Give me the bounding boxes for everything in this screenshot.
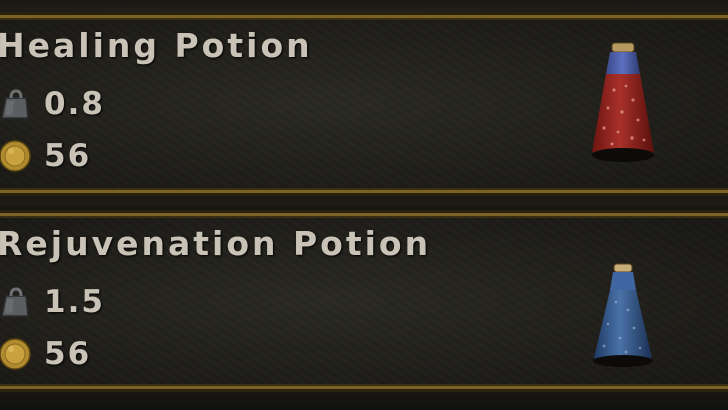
weight-icon — [0, 285, 34, 319]
inventory-item-healing-potion[interactable]: Healing Potion 0.8 56 — [0, 15, 728, 193]
item-name: Rejuvenation Potion — [0, 224, 432, 263]
gold-coin-icon — [0, 337, 34, 371]
list-top-edge — [0, 0, 728, 10]
weight-value: 0.8 — [44, 86, 105, 122]
list-bottom-edge — [0, 392, 728, 410]
value-amount: 56 — [44, 138, 92, 174]
blue-potion-flask-icon — [578, 262, 668, 392]
weight-icon — [0, 87, 34, 121]
item-name: Healing Potion — [0, 26, 313, 65]
item-value: 56 — [0, 136, 91, 176]
value-amount: 56 — [44, 336, 92, 372]
item-weight: 0.8 — [0, 84, 105, 124]
item-weight: 1.5 — [0, 282, 105, 322]
inventory-item-rejuvenation-potion[interactable]: Rejuvenation Potion 1.5 56 — [0, 213, 728, 389]
item-value: 56 — [0, 334, 91, 374]
weight-value: 1.5 — [44, 284, 105, 320]
inventory-list: Healing Potion 0.8 56 Rejuvenation Potio… — [0, 0, 728, 410]
row-separator — [0, 196, 728, 210]
gold-coin-icon — [0, 139, 34, 173]
red-potion-flask-icon — [578, 40, 668, 170]
